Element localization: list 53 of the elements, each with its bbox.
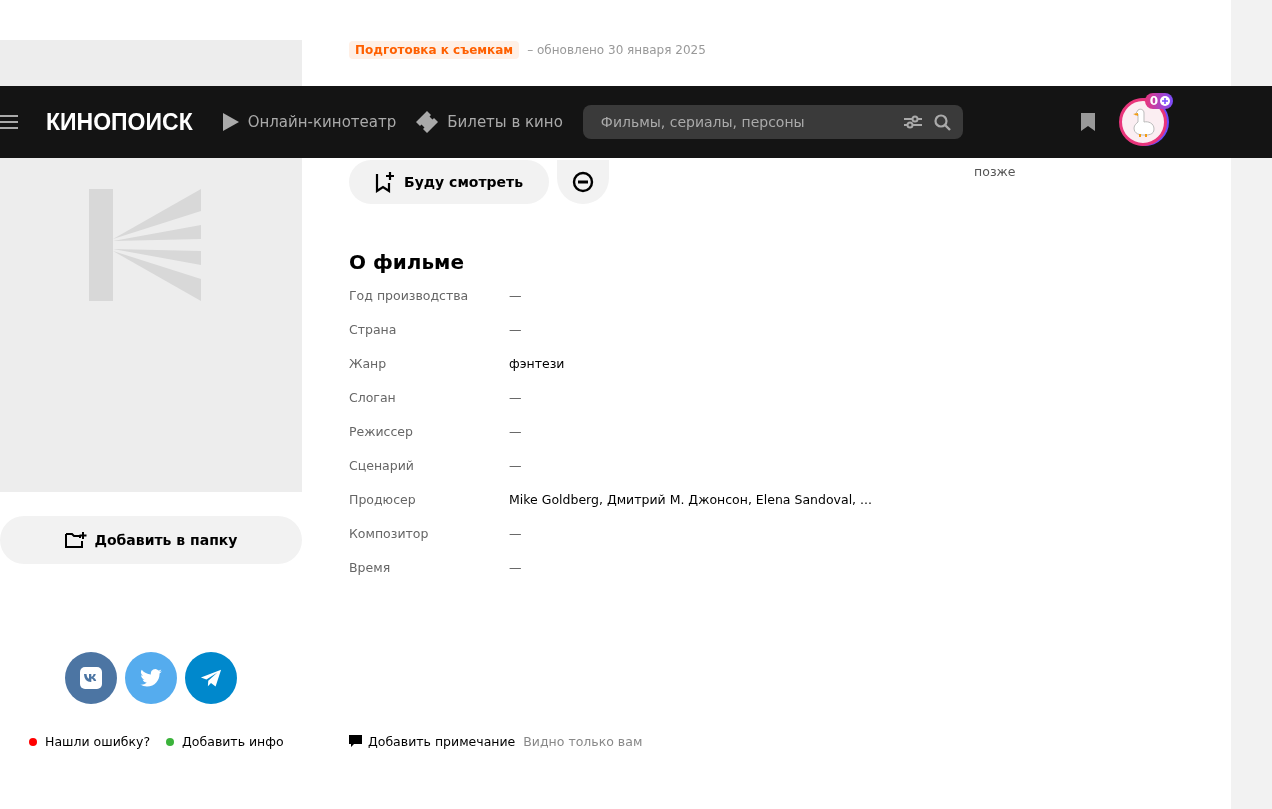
info-label: Композитор: [349, 526, 430, 543]
play-icon: [222, 113, 239, 131]
logo[interactable]: КИНОПОИСК: [46, 107, 193, 137]
nav-link[interactable]: Билеты в кино: [416, 111, 563, 133]
nav-link[interactable]: Онлайн-кинотеатр: [222, 113, 397, 131]
info-label: Год производства: [349, 288, 470, 305]
info-label: Жанр: [349, 356, 388, 373]
ticket-icon: [416, 111, 439, 133]
telegram-share-button[interactable]: [185, 652, 237, 704]
feedback-link[interactable]: Добавить инфо: [182, 734, 284, 749]
bookmark-plus-icon: [375, 171, 395, 193]
plus-badge: 0: [1144, 93, 1173, 109]
menu-icon[interactable]: [0, 114, 18, 130]
bird-icon: [140, 669, 162, 687]
filter-icon[interactable]: [903, 114, 922, 130]
info-label: Продюсер: [349, 492, 417, 509]
comment-icon: [349, 735, 362, 748]
info-label: Слоган: [349, 390, 397, 407]
avatar[interactable]: [1119, 98, 1167, 146]
info-label: Время: [349, 560, 392, 577]
info-value: —: [509, 560, 522, 577]
search-icon[interactable]: [933, 113, 951, 131]
info-link[interactable]: Mike Goldberg, Дмитрий М. Джонсон, Elena Sandoval, ...: [509, 492, 872, 526]
info-value: —: [509, 390, 522, 407]
info-value: —: [509, 322, 522, 339]
vk-icon: [80, 667, 102, 689]
folder-plus-icon: [64, 531, 87, 549]
info-label: Режиссер: [349, 424, 414, 441]
bookmark-icon[interactable]: [1081, 113, 1095, 131]
feedback-link[interactable]: Нашли ошибку?: [45, 734, 151, 749]
info-label: Сценарий: [349, 458, 415, 475]
info-value: —: [509, 424, 522, 441]
search-field[interactable]: Фильмы, сериалы, персоны: [598, 113, 892, 131]
not-interested-button[interactable]: [557, 160, 610, 204]
search-bar[interactable]: Фильмы, сериалы, персоны: [582, 105, 963, 139]
info-link[interactable]: фэнтези: [509, 356, 565, 390]
goose-icon: [1130, 107, 1156, 137]
add-note-link[interactable]: Добавить примечание: [349, 734, 516, 749]
paper-plane-icon: [200, 668, 222, 688]
updated-date: – обновлено 30 января 2025: [527, 43, 706, 57]
vk-share-button[interactable]: [65, 652, 117, 704]
status-tag: Подготовка к съемкам: [349, 41, 520, 59]
side-note: позже: [974, 164, 1016, 179]
plus-icon: [1160, 96, 1170, 106]
info-label: Страна: [349, 322, 398, 339]
info-value: —: [509, 526, 522, 543]
note-hint: Видно только вам: [523, 734, 643, 749]
section-title: О фильме: [349, 250, 466, 274]
info-value: —: [509, 458, 522, 475]
info-value: —: [509, 288, 522, 305]
watch-later-button[interactable]: Буду смотреть: [349, 160, 550, 204]
add-to-folder-button[interactable]: Добавить в папку: [0, 516, 302, 564]
minus-circle-icon: [572, 171, 595, 193]
